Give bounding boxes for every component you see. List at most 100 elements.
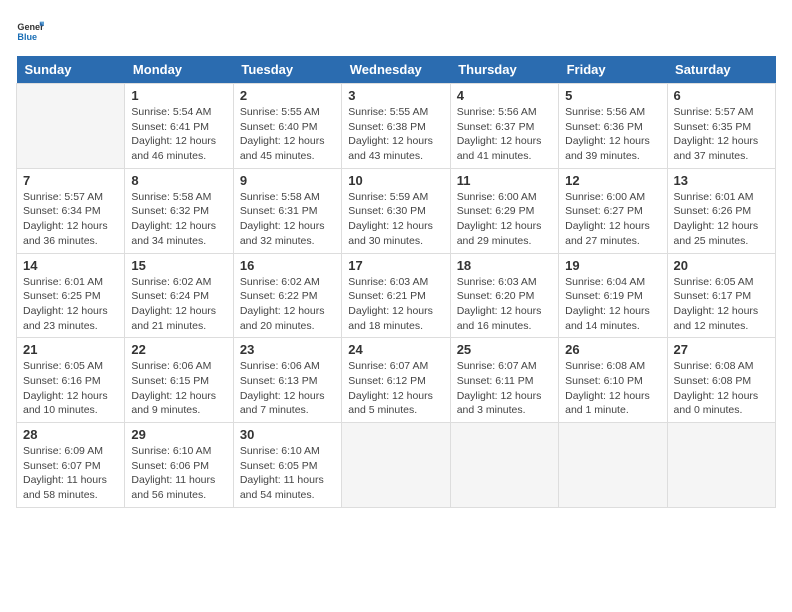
cell-info: Sunrise: 6:01 AM Sunset: 6:25 PM Dayligh… xyxy=(23,275,118,334)
calendar-cell: 3 Sunrise: 5:55 AM Sunset: 6:38 PM Daylig… xyxy=(342,84,450,169)
day-number: 7 xyxy=(23,173,118,188)
cell-info: Sunrise: 6:09 AM Sunset: 6:07 PM Dayligh… xyxy=(23,444,118,503)
day-number: 30 xyxy=(240,427,335,442)
header-day-saturday: Saturday xyxy=(667,56,775,84)
day-number: 6 xyxy=(674,88,769,103)
header-row: SundayMondayTuesdayWednesdayThursdayFrid… xyxy=(17,56,776,84)
cell-info: Sunrise: 6:10 AM Sunset: 6:05 PM Dayligh… xyxy=(240,444,335,503)
calendar-cell xyxy=(559,423,667,508)
calendar-cell: 18 Sunrise: 6:03 AM Sunset: 6:20 PM Dayli… xyxy=(450,253,558,338)
week-row-3: 14 Sunrise: 6:01 AM Sunset: 6:25 PM Dayli… xyxy=(17,253,776,338)
day-number: 27 xyxy=(674,342,769,357)
calendar-cell: 27Sunrise: 6:08 AM Sunset: 6:08 PM Dayli… xyxy=(667,338,775,423)
cell-info: Sunrise: 6:02 AM Sunset: 6:24 PM Dayligh… xyxy=(131,275,226,334)
week-row-1: 1 Sunrise: 5:54 AM Sunset: 6:41 PM Daylig… xyxy=(17,84,776,169)
day-number: 15 xyxy=(131,258,226,273)
calendar-cell: 10 Sunrise: 5:59 AM Sunset: 6:30 PM Dayli… xyxy=(342,168,450,253)
cell-info: Sunrise: 6:05 AM Sunset: 6:16 PM Dayligh… xyxy=(23,359,118,418)
cell-info: Sunrise: 5:56 AM Sunset: 6:36 PM Dayligh… xyxy=(565,105,660,164)
cell-info: Sunrise: 6:07 AM Sunset: 6:11 PM Dayligh… xyxy=(457,359,552,418)
cell-info: Sunrise: 6:01 AM Sunset: 6:26 PM Dayligh… xyxy=(674,190,769,249)
cell-info: Sunrise: 5:58 AM Sunset: 6:32 PM Dayligh… xyxy=(131,190,226,249)
cell-info: Sunrise: 6:07 AM Sunset: 6:12 PM Dayligh… xyxy=(348,359,443,418)
calendar-cell: 2 Sunrise: 5:55 AM Sunset: 6:40 PM Daylig… xyxy=(233,84,341,169)
calendar-cell: 9Sunrise: 5:58 AM Sunset: 6:31 PM Daylig… xyxy=(233,168,341,253)
cell-info: Sunrise: 6:03 AM Sunset: 6:21 PM Dayligh… xyxy=(348,275,443,334)
header-day-tuesday: Tuesday xyxy=(233,56,341,84)
calendar-cell: 20 Sunrise: 6:05 AM Sunset: 6:17 PM Dayli… xyxy=(667,253,775,338)
calendar-cell: 19 Sunrise: 6:04 AM Sunset: 6:19 PM Dayli… xyxy=(559,253,667,338)
calendar-cell: 22 Sunrise: 6:06 AM Sunset: 6:15 PM Dayli… xyxy=(125,338,233,423)
calendar-cell xyxy=(342,423,450,508)
day-number: 2 xyxy=(240,88,335,103)
calendar-cell: 16Sunrise: 6:02 AM Sunset: 6:22 PM Dayli… xyxy=(233,253,341,338)
cell-info: Sunrise: 5:57 AM Sunset: 6:34 PM Dayligh… xyxy=(23,190,118,249)
day-number: 10 xyxy=(348,173,443,188)
calendar-cell: 21 Sunrise: 6:05 AM Sunset: 6:16 PM Dayli… xyxy=(17,338,125,423)
day-number: 4 xyxy=(457,88,552,103)
day-number: 19 xyxy=(565,258,660,273)
header-day-thursday: Thursday xyxy=(450,56,558,84)
header: General Blue xyxy=(16,16,776,44)
header-day-monday: Monday xyxy=(125,56,233,84)
svg-text:Blue: Blue xyxy=(17,32,37,42)
cell-info: Sunrise: 6:06 AM Sunset: 6:15 PM Dayligh… xyxy=(131,359,226,418)
week-row-4: 21 Sunrise: 6:05 AM Sunset: 6:16 PM Dayli… xyxy=(17,338,776,423)
day-number: 16 xyxy=(240,258,335,273)
cell-info: Sunrise: 6:03 AM Sunset: 6:20 PM Dayligh… xyxy=(457,275,552,334)
calendar-cell: 29 Sunrise: 6:10 AM Sunset: 6:06 PM Dayli… xyxy=(125,423,233,508)
cell-info: Sunrise: 6:06 AM Sunset: 6:13 PM Dayligh… xyxy=(240,359,335,418)
day-number: 28 xyxy=(23,427,118,442)
day-number: 25 xyxy=(457,342,552,357)
day-number: 26 xyxy=(565,342,660,357)
cell-info: Sunrise: 5:59 AM Sunset: 6:30 PM Dayligh… xyxy=(348,190,443,249)
cell-info: Sunrise: 6:10 AM Sunset: 6:06 PM Dayligh… xyxy=(131,444,226,503)
logo: General Blue xyxy=(16,16,44,44)
day-number: 22 xyxy=(131,342,226,357)
cell-info: Sunrise: 6:04 AM Sunset: 6:19 PM Dayligh… xyxy=(565,275,660,334)
cell-info: Sunrise: 5:56 AM Sunset: 6:37 PM Dayligh… xyxy=(457,105,552,164)
week-row-2: 7 Sunrise: 5:57 AM Sunset: 6:34 PM Daylig… xyxy=(17,168,776,253)
calendar-cell xyxy=(667,423,775,508)
cell-info: Sunrise: 6:00 AM Sunset: 6:29 PM Dayligh… xyxy=(457,190,552,249)
day-number: 9 xyxy=(240,173,335,188)
calendar-cell: 17 Sunrise: 6:03 AM Sunset: 6:21 PM Dayli… xyxy=(342,253,450,338)
calendar-cell: 5 Sunrise: 5:56 AM Sunset: 6:36 PM Daylig… xyxy=(559,84,667,169)
calendar-cell: 11 Sunrise: 6:00 AM Sunset: 6:29 PM Dayli… xyxy=(450,168,558,253)
day-number: 12 xyxy=(565,173,660,188)
cell-info: Sunrise: 5:54 AM Sunset: 6:41 PM Dayligh… xyxy=(131,105,226,164)
calendar-cell: 4 Sunrise: 5:56 AM Sunset: 6:37 PM Daylig… xyxy=(450,84,558,169)
cell-info: Sunrise: 5:55 AM Sunset: 6:40 PM Dayligh… xyxy=(240,105,335,164)
logo-icon: General Blue xyxy=(16,16,44,44)
day-number: 23 xyxy=(240,342,335,357)
day-number: 3 xyxy=(348,88,443,103)
cell-info: Sunrise: 6:08 AM Sunset: 6:10 PM Dayligh… xyxy=(565,359,660,418)
day-number: 21 xyxy=(23,342,118,357)
day-number: 18 xyxy=(457,258,552,273)
header-day-sunday: Sunday xyxy=(17,56,125,84)
cell-info: Sunrise: 5:57 AM Sunset: 6:35 PM Dayligh… xyxy=(674,105,769,164)
calendar-cell: 30 Sunrise: 6:10 AM Sunset: 6:05 PM Dayli… xyxy=(233,423,341,508)
calendar-cell xyxy=(450,423,558,508)
cell-info: Sunrise: 6:05 AM Sunset: 6:17 PM Dayligh… xyxy=(674,275,769,334)
day-number: 29 xyxy=(131,427,226,442)
day-number: 1 xyxy=(131,88,226,103)
day-number: 20 xyxy=(674,258,769,273)
calendar-cell: 12 Sunrise: 6:00 AM Sunset: 6:27 PM Dayli… xyxy=(559,168,667,253)
day-number: 13 xyxy=(674,173,769,188)
calendar-cell: 23 Sunrise: 6:06 AM Sunset: 6:13 PM Dayli… xyxy=(233,338,341,423)
calendar-cell: 1 Sunrise: 5:54 AM Sunset: 6:41 PM Daylig… xyxy=(125,84,233,169)
calendar-cell: 7 Sunrise: 5:57 AM Sunset: 6:34 PM Daylig… xyxy=(17,168,125,253)
calendar-table: SundayMondayTuesdayWednesdayThursdayFrid… xyxy=(16,56,776,508)
day-number: 11 xyxy=(457,173,552,188)
day-number: 14 xyxy=(23,258,118,273)
day-number: 17 xyxy=(348,258,443,273)
calendar-cell: 28 Sunrise: 6:09 AM Sunset: 6:07 PM Dayli… xyxy=(17,423,125,508)
day-number: 5 xyxy=(565,88,660,103)
week-row-5: 28 Sunrise: 6:09 AM Sunset: 6:07 PM Dayli… xyxy=(17,423,776,508)
calendar-cell: 24Sunrise: 6:07 AM Sunset: 6:12 PM Dayli… xyxy=(342,338,450,423)
cell-info: Sunrise: 6:00 AM Sunset: 6:27 PM Dayligh… xyxy=(565,190,660,249)
calendar-cell: 8Sunrise: 5:58 AM Sunset: 6:32 PM Daylig… xyxy=(125,168,233,253)
cell-info: Sunrise: 5:55 AM Sunset: 6:38 PM Dayligh… xyxy=(348,105,443,164)
calendar-cell: 26 Sunrise: 6:08 AM Sunset: 6:10 PM Dayli… xyxy=(559,338,667,423)
